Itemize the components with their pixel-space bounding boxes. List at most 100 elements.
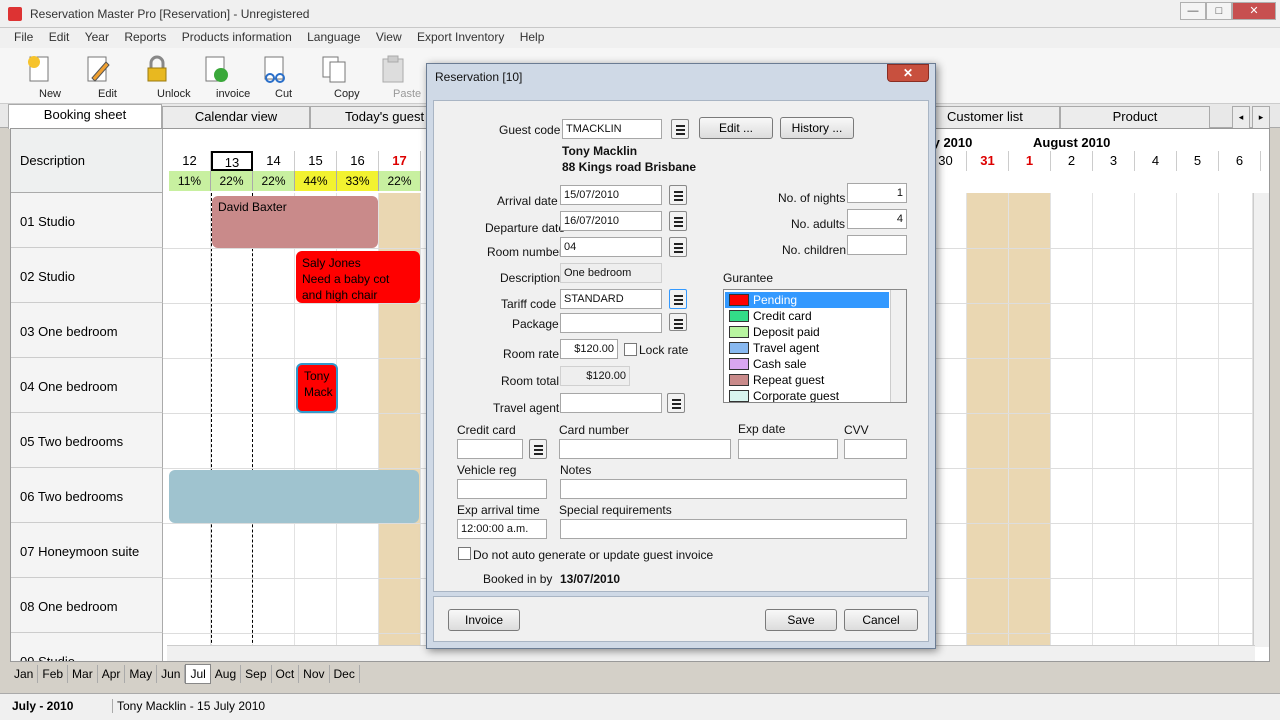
credit-card-dropdown-button[interactable] [529,439,547,459]
guest-code-dropdown-button[interactable] [671,119,689,139]
day-header[interactable]: 6 [1219,151,1261,171]
close-window-button[interactable]: ✕ [1232,2,1276,20]
arrival-date-dropdown-button[interactable] [669,185,687,205]
tab-scroll-left[interactable]: ◂ [1232,106,1250,128]
month-nov[interactable]: Nov [299,665,330,683]
credit-card-field[interactable] [457,439,523,459]
package-field[interactable] [560,313,662,333]
cut-button[interactable]: Cut [248,52,302,102]
exp-date-field[interactable] [738,439,838,459]
booking-david-baxter[interactable]: David Baxter [212,196,378,248]
nights-field[interactable]: 1 [847,183,907,203]
menu-reports[interactable]: Reports [118,28,172,46]
notes-field[interactable] [560,479,907,499]
room-row[interactable]: 05 Two bedrooms [11,413,163,468]
no-auto-invoice-checkbox[interactable] [458,547,471,560]
restore-button[interactable]: □ [1206,2,1232,20]
room-row[interactable]: 04 One bedroom [11,358,163,413]
cancel-button[interactable]: Cancel [844,609,918,631]
edit-button[interactable]: Edit [71,52,125,102]
month-sep[interactable]: Sep [241,665,272,683]
cvv-field[interactable] [844,439,907,459]
guarantee-option[interactable]: Deposit paid [725,324,889,340]
guarantee-option[interactable]: Travel agent [725,340,889,356]
day-header[interactable]: 12 [169,151,211,171]
room-number-field[interactable]: 04 [560,237,662,257]
month-dec[interactable]: Dec [330,665,360,683]
room-rate-field[interactable]: $120.00 [560,339,618,359]
menu-products-information[interactable]: Products information [176,28,298,46]
month-mar[interactable]: Mar [68,665,98,683]
guarantee-option[interactable]: Corporate guest [725,388,889,402]
menu-year[interactable]: Year [79,28,115,46]
departure-date-dropdown-button[interactable] [669,211,687,231]
room-row[interactable]: 06 Two bedrooms [11,468,163,523]
guarantee-list-scrollbar[interactable] [890,290,906,402]
day-header[interactable]: 4 [1135,151,1177,171]
day-header[interactable]: 1 [1009,151,1051,171]
room-row[interactable]: 07 Honeymoon suite [11,523,163,578]
guarantee-list[interactable]: Pending Credit card Deposit paid Travel … [723,289,907,403]
day-header[interactable]: 15 [295,151,337,171]
children-field[interactable] [847,235,907,255]
room-row[interactable]: 09 Studio [11,633,163,661]
month-jan[interactable]: Jan [10,665,39,683]
tariff-code-dropdown-button[interactable] [669,289,687,309]
menu-view[interactable]: View [370,28,408,46]
paste-button[interactable]: Paste [366,52,421,102]
day-header[interactable]: 31 [967,151,1009,171]
booking-saly-jones[interactable]: Saly Jones Need a baby cot and high chai… [296,251,420,303]
special-requirements-field[interactable] [560,519,907,539]
month-apr[interactable]: Apr [98,665,126,683]
travel-agent-field[interactable] [560,393,662,413]
departure-date-field[interactable]: 16/07/2010 [560,211,662,231]
month-jun[interactable]: Jun [157,665,186,683]
booking-tony-mack[interactable]: Tony Mack [296,363,338,413]
package-dropdown-button[interactable] [669,313,687,331]
dialog-close-button[interactable]: ✕ [887,64,929,82]
vertical-scrollbar[interactable] [1253,193,1269,647]
travel-agent-dropdown-button[interactable] [667,393,685,413]
day-header[interactable]: 16 [337,151,379,171]
edit-guest-button[interactable]: Edit ... [699,117,773,139]
minimize-button[interactable]: — [1180,2,1206,20]
card-number-field[interactable] [559,439,731,459]
arrival-date-field[interactable]: 15/07/2010 [560,185,662,205]
save-button[interactable]: Save [765,609,837,631]
adults-field[interactable]: 4 [847,209,907,229]
vehicle-reg-field[interactable] [457,479,547,499]
tab-scroll-right[interactable]: ▸ [1252,106,1270,128]
unlock-button[interactable]: Unlock [130,52,191,102]
new-button[interactable]: New [12,52,66,102]
guarantee-option[interactable]: Pending [725,292,889,308]
day-header-today[interactable]: 13 [211,151,253,171]
month-jul[interactable]: Jul [185,664,211,684]
month-may[interactable]: May [125,665,158,683]
day-header[interactable]: 3 [1093,151,1135,171]
day-header[interactable]: 2 [1051,151,1093,171]
month-oct[interactable]: Oct [272,665,300,683]
menu-edit[interactable]: Edit [43,28,76,46]
tab-todays-guest[interactable]: Today's guest [310,106,428,128]
booking-room-06[interactable] [169,470,419,523]
room-row[interactable]: 02 Studio [11,248,163,303]
room-row[interactable]: 08 One bedroom [11,578,163,633]
exp-arrival-field[interactable]: 12:00:00 a.m. [457,519,547,539]
guarantee-option[interactable]: Credit card [725,308,889,324]
month-feb[interactable]: Feb [38,665,69,683]
tab-product[interactable]: Product [1060,106,1210,128]
room-row[interactable]: 03 One bedroom [11,303,163,358]
menu-help[interactable]: Help [514,28,551,46]
guarantee-option[interactable]: Repeat guest [725,372,889,388]
room-number-dropdown-button[interactable] [669,237,687,257]
tariff-code-field[interactable]: STANDARD [560,289,662,309]
month-aug[interactable]: Aug [211,665,242,683]
guest-code-field[interactable]: TMACKLIN [562,119,662,139]
invoice-dialog-button[interactable]: Invoice [448,609,520,631]
lock-rate-checkbox[interactable] [624,343,637,356]
room-row[interactable]: 01 Studio [11,193,163,248]
copy-button[interactable]: Copy [307,52,361,102]
menu-export-inventory[interactable]: Export Inventory [411,28,510,46]
day-header[interactable]: 14 [253,151,295,171]
tab-calendar-view[interactable]: Calendar view [162,106,310,128]
